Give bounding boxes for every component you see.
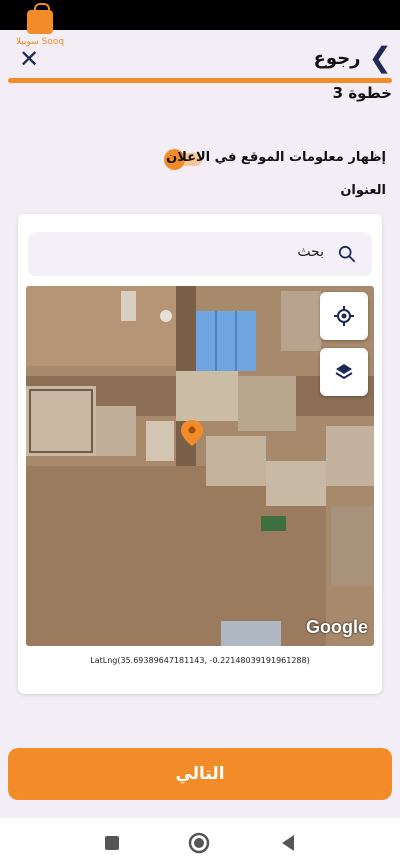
search-placeholder: بحث — [297, 244, 324, 260]
circle-icon[interactable] — [188, 832, 210, 854]
search-icon — [338, 245, 356, 263]
map-layers-button[interactable] — [320, 348, 368, 396]
show-location-row: إظهار معلومات الموقع في الاعلان — [0, 146, 400, 174]
close-button[interactable]: ✕ — [16, 45, 42, 73]
chevron-right-icon: ❯ — [368, 41, 392, 74]
location-card: بحث Google LatLng(35.69389647181143, -0.… — [18, 214, 382, 694]
next-button[interactable]: التالي — [8, 748, 392, 800]
step-label: خطوة 3 — [332, 84, 392, 102]
address-label: العنوان — [340, 183, 386, 198]
system-nav-bar — [0, 818, 400, 867]
header: ✕ ❯ رجوع — [0, 30, 400, 84]
layers-icon — [335, 364, 353, 380]
my-location-button[interactable] — [320, 292, 368, 340]
triangle-back-icon[interactable] — [278, 832, 300, 854]
map-search-input[interactable]: بحث — [28, 232, 372, 276]
satellite-map[interactable]: Google — [26, 286, 374, 646]
square-icon[interactable] — [101, 832, 123, 854]
map-imagery — [26, 286, 374, 646]
google-attribution: Google — [306, 617, 368, 637]
my-location-icon — [334, 306, 354, 326]
next-label: التالي — [175, 764, 225, 784]
progress-bar — [8, 78, 392, 83]
close-icon: ✕ — [18, 45, 40, 73]
coordinates-readout: LatLng(35.69389647181143, -0.22148039191… — [90, 656, 310, 665]
show-location-label: إظهار معلومات الموقع في الاعلان — [166, 150, 386, 165]
back-label: رجوع — [313, 47, 361, 69]
back-button[interactable]: ❯ رجوع — [314, 42, 392, 74]
